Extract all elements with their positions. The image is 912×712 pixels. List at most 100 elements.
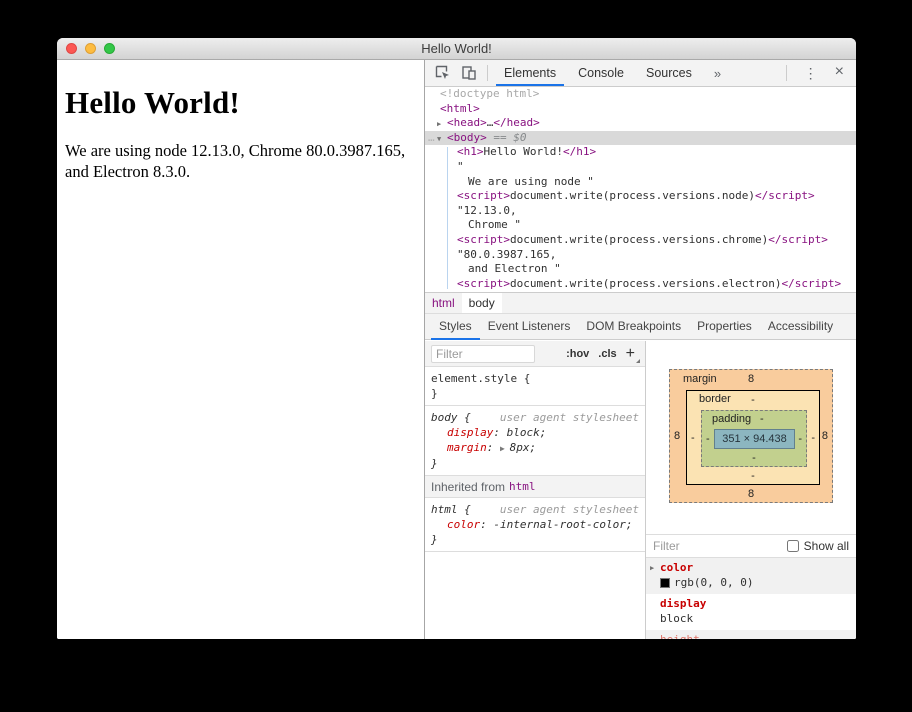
- property-value: block;: [506, 426, 547, 439]
- toggle-pseudo-button[interactable]: :hov: [566, 348, 589, 360]
- indent-guide-line: [447, 147, 448, 289]
- sidebar-tab-styles[interactable]: Styles: [431, 314, 480, 340]
- margin-label: margin: [683, 373, 717, 385]
- dom-tree-row[interactable]: <html>: [425, 102, 856, 117]
- breadcrumb-item-body[interactable]: body: [461, 293, 502, 313]
- margin-bottom-value[interactable]: 8: [748, 488, 754, 500]
- dom-tree-row[interactable]: <!doctype html>: [425, 87, 856, 102]
- toolbar-divider: [487, 65, 488, 81]
- dom-tree-row[interactable]: and Electron ": [425, 262, 856, 277]
- show-all-checkbox[interactable]: [786, 540, 799, 552]
- sidebar-tab-properties[interactable]: Properties: [689, 314, 760, 340]
- app-window: Hello World! Hello World! We are using n…: [57, 38, 856, 639]
- devtools-panel: Elements Console Sources » ⋮ × <!doctype h…: [424, 60, 856, 639]
- tab-elements[interactable]: Elements: [496, 60, 565, 86]
- border-right-value[interactable]: -: [811, 432, 815, 444]
- devtools-menu-icon[interactable]: ⋮: [795, 65, 827, 82]
- sidebar-tab-event-listeners[interactable]: Event Listeners: [480, 314, 579, 340]
- box-model-margin[interactable]: margin 8 8 8 8 border - - - - padding - …: [669, 369, 833, 503]
- property-value: -internal-root-color;: [493, 518, 633, 531]
- dom-tree-row[interactable]: ": [425, 160, 856, 175]
- page-heading: Hello World!: [65, 85, 240, 120]
- dom-tree-row[interactable]: <script>document.write(process.versions.…: [425, 277, 856, 292]
- dom-tree-row[interactable]: "12.13.0,: [425, 204, 856, 219]
- rule-selector[interactable]: html {: [431, 503, 471, 516]
- disclosure-closed-icon[interactable]: ▶: [650, 564, 654, 572]
- dom-tree-row[interactable]: ▶ <head>…</head>: [425, 116, 856, 131]
- inspect-element-icon[interactable]: [433, 63, 453, 83]
- stylesheet-origin: user agent stylesheet: [499, 503, 639, 516]
- color-swatch: [660, 577, 670, 588]
- style-rule: html { user agent stylesheet color: -inter…: [425, 498, 645, 552]
- page-paragraph: We are using node 12.13.0, Chrome 80.0.3…: [65, 141, 406, 181]
- computed-property[interactable]: ▶ color rgb(0, 0, 0): [646, 558, 856, 594]
- dom-tree-row[interactable]: <script>document.write(process.versions.…: [425, 189, 856, 204]
- devtools-tab-strip: Elements Console Sources: [496, 60, 706, 86]
- style-rule: body { user agent stylesheet display: bloc…: [425, 406, 645, 476]
- padding-top-value[interactable]: -: [760, 413, 764, 425]
- show-all-toggle[interactable]: Show all: [786, 539, 849, 553]
- devtools-close-icon[interactable]: ×: [827, 63, 852, 83]
- tab-console[interactable]: Console: [570, 60, 632, 86]
- styles-filter-row: :hov .cls +: [425, 341, 645, 367]
- inherited-from-bar: Inherited from html: [425, 476, 645, 498]
- border-top-value[interactable]: -: [751, 394, 755, 406]
- padding-left-value[interactable]: -: [706, 433, 710, 445]
- border-left-value[interactable]: -: [691, 432, 695, 444]
- new-style-rule-button[interactable]: +: [626, 345, 641, 363]
- style-property[interactable]: color: -internal-root-color;: [431, 517, 639, 532]
- margin-right-value[interactable]: 8: [822, 430, 828, 442]
- dom-tree: <!doctype html> <html> ▶ <head>…</head>… ▼ <b…: [425, 87, 856, 292]
- show-all-label: Show all: [803, 539, 849, 553]
- box-model-padding[interactable]: padding - - - - 351 × 94.438: [701, 410, 807, 467]
- style-property[interactable]: display: block;: [431, 425, 639, 440]
- title-bar[interactable]: Hello World!: [57, 38, 856, 60]
- toggle-class-button[interactable]: .cls: [598, 348, 616, 360]
- styles-pane: :hov .cls + element.style {} body {user a…: [425, 341, 646, 639]
- padding-bottom-value[interactable]: -: [752, 452, 756, 464]
- stylesheet-origin: user agent stylesheet: [499, 411, 639, 424]
- padding-label: padding: [712, 413, 752, 425]
- expand-icon[interactable]: ▶: [500, 444, 510, 453]
- border-label: border: [699, 393, 731, 405]
- computed-filter-input[interactable]: [653, 539, 743, 553]
- dom-tree-row[interactable]: <h1>Hello World!</h1>: [425, 145, 856, 160]
- margin-left-value[interactable]: 8: [674, 430, 680, 442]
- rule-selector[interactable]: element.style {: [431, 372, 530, 385]
- window-title: Hello World!: [421, 41, 492, 56]
- sidebar-tab-accessibility[interactable]: Accessibility: [760, 314, 841, 340]
- dom-tree-row[interactable]: We are using node ": [425, 175, 856, 190]
- breadcrumb-item-html[interactable]: html: [425, 293, 462, 313]
- inherited-node-link[interactable]: html: [509, 480, 536, 493]
- dom-tree-row[interactable]: Chrome ": [425, 218, 856, 233]
- margin-top-value[interactable]: 8: [748, 373, 754, 385]
- property-name: display: [447, 426, 494, 439]
- box-model-content[interactable]: 351 × 94.438: [714, 429, 795, 449]
- dom-tree-row[interactable]: "80.0.3987.165,: [425, 248, 856, 263]
- style-property[interactable]: margin: ▶ 8px;: [431, 440, 639, 456]
- border-bottom-value[interactable]: -: [751, 470, 755, 482]
- rendered-page: Hello World! We are using node 12.13.0, …: [57, 60, 424, 639]
- toolbar-right-group: ⋮ ×: [784, 63, 852, 83]
- device-toolbar-icon[interactable]: [459, 63, 479, 83]
- more-tabs-icon[interactable]: »: [706, 66, 729, 81]
- dom-tree-row[interactable]: … ▼ <body> == $0: [425, 130, 856, 147]
- styles-filter-input[interactable]: [431, 344, 535, 363]
- box-model-diagram: margin 8 8 8 8 border - - - - padding - …: [646, 341, 856, 534]
- computed-property[interactable]: height: [646, 630, 856, 639]
- property-value: 8px;: [509, 441, 537, 454]
- sidebar-tab-dom-breakpoints[interactable]: DOM Breakpoints: [578, 314, 689, 340]
- sidebar-tab-strip: Styles Event Listeners DOM Breakpoints Prop…: [425, 313, 856, 340]
- disclosure-closed-icon[interactable]: ▶: [437, 117, 441, 132]
- disclosure-open-icon[interactable]: ▼: [437, 132, 441, 147]
- computed-property-value: rgb(0, 0, 0): [646, 575, 856, 590]
- dom-tree-row[interactable]: <script>document.write(process.versions.…: [425, 233, 856, 248]
- computed-property[interactable]: display block: [646, 594, 856, 630]
- tab-sources[interactable]: Sources: [638, 60, 700, 86]
- rule-selector[interactable]: body {: [431, 411, 471, 424]
- computed-property-name: display: [660, 597, 707, 610]
- toolbar-divider: [785, 65, 787, 81]
- box-model-border[interactable]: border - - - - padding - - - - 351 × 94.…: [686, 390, 820, 485]
- padding-right-value[interactable]: -: [798, 433, 802, 445]
- content-size-value: 351 × 94.438: [722, 433, 787, 445]
